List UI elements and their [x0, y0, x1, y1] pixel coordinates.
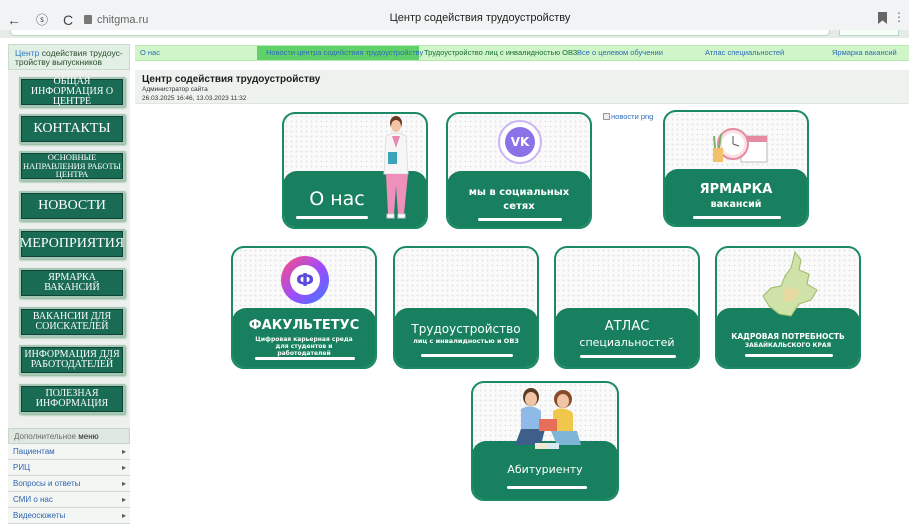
extra-menu-item-media[interactable]: СМИ о нас ▸ [8, 492, 130, 508]
article-dates: 26.03.2025 16:46, 13.03.2023 11:32 [142, 94, 247, 102]
lock-icon [84, 15, 92, 24]
chevron-right-icon: ▸ [121, 463, 126, 472]
nav-item-job-fair[interactable]: Ярмарка вакансий [832, 48, 897, 57]
article-author: Администратор сайта [142, 86, 208, 93]
card-employment-title: Трудоустройство [411, 322, 521, 336]
search-button[interactable] [839, 30, 899, 36]
bookmark-icon[interactable] [878, 12, 887, 24]
card-atlas-sub: специальностей [579, 336, 675, 349]
card-underline [255, 357, 355, 360]
card-underline [507, 486, 587, 489]
card-job-fair[interactable]: ЯРМАРКА вакансий [663, 110, 809, 227]
article-header: Центр содействия трудоустройству Админис… [135, 70, 909, 104]
extra-menu-label: Вопросы и ответы [13, 479, 81, 488]
card-applicant-label: Абитуриенту [507, 463, 583, 476]
vk-logo-icon: VK [498, 120, 542, 164]
extra-menu-label: Пациентам [13, 447, 55, 456]
sidebar-btn-job-fair[interactable]: ЯРМАРКА ВАКАНСИЙ [19, 268, 125, 298]
sidebar-btn-useful-info[interactable]: ПОЛЕЗНАЯ ИНФОРМАЦИЯ [19, 384, 125, 414]
chevron-right-icon: ▸ [121, 495, 126, 504]
page-top-strip [0, 30, 909, 38]
sidebar-btn-vacancies[interactable]: ВАКАНСИИ ДЛЯ СОИСКАТЕЛЕЙ [19, 307, 125, 337]
extra-menu-item-faq[interactable]: Вопросы и ответы ▸ [8, 476, 130, 492]
nav-item-atlas[interactable]: Атлас специальностей [705, 48, 784, 57]
chevron-right-icon: ▸ [121, 447, 126, 456]
card-social[interactable]: VK мы в социальных сетях [446, 112, 592, 229]
chevron-right-icon: ▸ [121, 511, 126, 520]
sidebar-btn-events[interactable]: МЕРОПРИЯТИЯ [19, 229, 125, 259]
card-staffing-title: КАДРОВАЯ ПОТРЕБНОСТЬ [731, 332, 845, 341]
card-employment[interactable]: Трудоустройство лиц с инвалидностью и ОВ… [393, 246, 539, 369]
extra-menu-label: СМИ о нас [13, 495, 53, 504]
card-applicant[interactable]: Абитуриенту [471, 381, 619, 501]
card-job-fair-sub: вакансий [710, 199, 762, 210]
extra-menu-header-light: Дополнительное [14, 432, 79, 441]
news-image-alt: новости png [611, 112, 654, 121]
card-atlas[interactable]: АТЛАС специальностей [554, 246, 700, 369]
nav-item-target-training[interactable]: Все о целевом обучении [577, 48, 663, 57]
news-image-broken[interactable]: новости png [603, 112, 653, 121]
url-text: chitgma.ru [97, 14, 149, 26]
search-field[interactable] [10, 30, 830, 36]
card-staffing-needs[interactable]: КАДРОВАЯ ПОТРЕБНОСТЬ ЗАБАЙКАЛЬСКОГО КРАЯ [715, 246, 861, 369]
extra-menu-header: Дополнительное меню [8, 428, 130, 444]
card-fakultetus[interactable]: Ф ФАКУЛЬТЕТУС Цифровая карьерная среда д… [231, 246, 377, 369]
page-title: Центр содействия трудоустройству [389, 12, 571, 24]
nav-item-about[interactable]: О нас [140, 48, 160, 57]
address-bar[interactable]: chitgma.ru [84, 10, 204, 30]
vk-logo-text: VK [505, 127, 535, 157]
chevron-right-icon: ▸ [121, 479, 126, 488]
card-underline [421, 354, 513, 357]
extension-icon[interactable]: ⓢ [34, 12, 50, 28]
card-staffing-sub: ЗАБАЙКАЛЬСКОГО КРАЯ [744, 342, 832, 349]
card-about[interactable]: О нас [282, 112, 428, 229]
broken-image-icon [603, 113, 610, 120]
card-job-fair-title: ЯРМАРКА [699, 182, 773, 197]
sidebar-header[interactable]: Центр содействия трудоус-тройству выпуск… [8, 44, 130, 70]
back-arrow-icon[interactable]: ← [6, 12, 22, 28]
nav-item-disability-employment[interactable]: Трудоустройство лиц с инвалидностью ОВЗ [424, 48, 577, 57]
sidebar: Центр содействия трудоус-тройству выпуск… [8, 44, 130, 524]
sidebar-btn-directions[interactable]: ОСНОВНЫЕ НАПРАВЛЕНИЯ РАБОТЫ ЦЕНТРА [19, 151, 125, 181]
card-fakultetus-title: ФАКУЛЬТЕТУС [248, 318, 360, 333]
fakultetus-logo-icon: Ф [281, 256, 329, 304]
card-underline [580, 355, 676, 358]
extra-menu-item-ric[interactable]: РИЦ ▸ [8, 460, 130, 476]
extra-menu-item-video[interactable]: Видеосюжеты ▸ [8, 508, 130, 524]
extra-menu-item-patients[interactable]: Пациентам ▸ [8, 444, 130, 460]
extra-menu-label: Видеосюжеты [13, 511, 66, 520]
card-fakultetus-sub: Цифровая карьерная среда для студентов и… [255, 336, 353, 357]
top-navigation: О нас Новости центра содействия трудоуст… [135, 45, 909, 61]
fakultetus-logo-text: Ф [290, 265, 320, 295]
card-employment-sub: лиц с инвалидностью и ОВЗ [413, 337, 519, 345]
sidebar-btn-news[interactable]: НОВОСТИ [19, 191, 125, 221]
more-icon[interactable]: ⋮ [893, 10, 905, 24]
nav-item-news[interactable]: Новости центра содействия трудоустройств… [266, 48, 423, 57]
sidebar-btn-employers-info[interactable]: ИНФОРМАЦИЯ ДЛЯ РАБОТОДАТЕЛЕЙ [19, 345, 125, 375]
card-underline [296, 216, 368, 219]
reload-icon[interactable]: C [60, 12, 76, 28]
card-underline [693, 216, 781, 219]
calendar-clock-icon [713, 128, 768, 163]
students-illustration-icon [515, 388, 581, 449]
sidebar-btn-contacts[interactable]: КОНТАКТЫ [19, 114, 125, 144]
article-title: Центр содействия трудоустройству [142, 74, 321, 85]
region-map-icon [762, 250, 818, 317]
browser-toolbar: ← ⓢ C chitgma.ru Центр содействия трудоу… [0, 0, 909, 38]
extra-menu-label: РИЦ [13, 463, 31, 472]
card-atlas-title: АТЛАС [604, 319, 650, 334]
sidebar-btn-general-info[interactable]: ОБЩАЯ ИНФОРМАЦИЯ О ЦЕНТРЕ [19, 77, 125, 107]
card-social-label: мы в социальных сетях [468, 187, 570, 212]
extra-menu-header-dark: меню [78, 432, 99, 441]
card-underline [478, 218, 562, 221]
card-underline [745, 354, 833, 357]
doctor-illustration-icon [383, 116, 409, 219]
